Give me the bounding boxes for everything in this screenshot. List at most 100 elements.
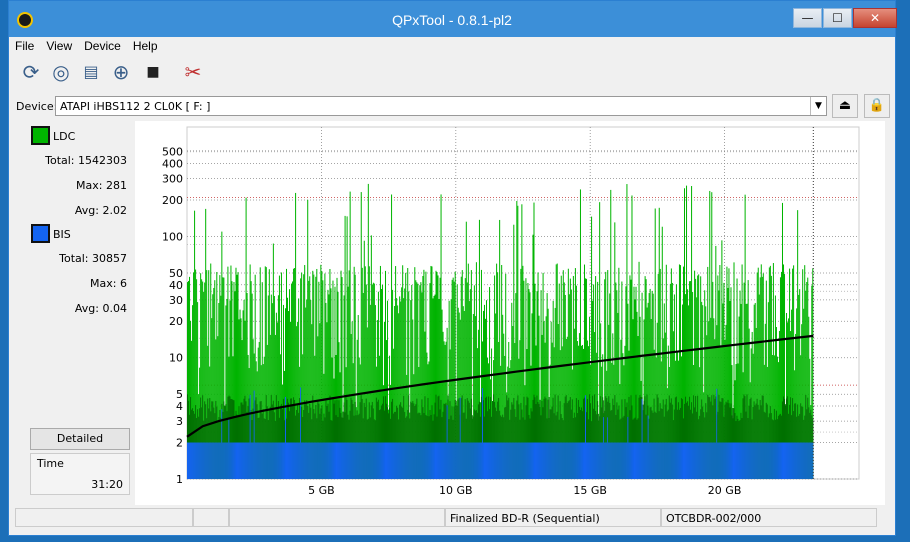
bis-bar: [190, 442, 192, 479]
bis-bar: [619, 442, 621, 479]
bis-bar: [246, 442, 248, 479]
close-button[interactable]: ✕: [853, 8, 897, 28]
bis-bar: [657, 442, 659, 479]
bis-bar: [762, 442, 764, 479]
menu-help[interactable]: Help: [127, 37, 164, 53]
bis-bar: [198, 442, 200, 479]
bis-bar: [617, 442, 619, 479]
bis-bar: [759, 442, 761, 479]
bis-bar: [444, 442, 446, 479]
bis-bar: [555, 442, 557, 479]
x-tick-label: 10 GB: [439, 484, 473, 497]
bis-bar: [679, 442, 681, 479]
bis-bar: [233, 442, 235, 479]
bis-bar: [512, 442, 514, 479]
bis-bar: [690, 442, 692, 479]
minimize-button[interactable]: —: [793, 8, 822, 28]
bis-bar: [398, 442, 400, 479]
bis-bar: [357, 442, 359, 479]
drive-icon[interactable]: ▤: [77, 58, 105, 86]
bis-bar: [595, 442, 597, 479]
bis-bar: [731, 442, 733, 479]
eject-icon[interactable]: ⏏: [832, 94, 858, 118]
device-select[interactable]: ATAPI iHBS112 2 CL0K [ F: ] ▼: [55, 96, 827, 116]
chevron-down-icon[interactable]: ▼: [810, 97, 826, 115]
bis-bar: [274, 442, 276, 479]
bis-bar: [369, 442, 371, 479]
bis-bar: [349, 442, 351, 479]
status-cell-2: [193, 508, 229, 527]
bis-bar: [680, 442, 682, 479]
bis-bar: [486, 442, 488, 479]
bis-bar: [363, 442, 365, 479]
bis-bar: [410, 442, 412, 479]
bis-bar: [546, 442, 548, 479]
bis-bar: [235, 442, 237, 479]
y-left-tick-label: 400: [162, 157, 183, 170]
bis-bar: [742, 442, 744, 479]
bis-bar: [521, 442, 523, 479]
bis-bar: [764, 442, 766, 479]
bis-bar: [473, 442, 475, 479]
bis-bar: [224, 442, 226, 479]
title-bar[interactable]: QPxTool - 0.8.1-pl2 — ☐ ✕: [9, 1, 897, 37]
maximize-button[interactable]: ☐: [823, 8, 852, 28]
bis-bar: [430, 442, 432, 479]
bis-bar: [247, 442, 249, 479]
bis-bar: [203, 442, 205, 479]
bis-bar: [790, 442, 792, 479]
settings-tools-icon[interactable]: ✂: [179, 58, 207, 86]
chart-svg: 1234510203040501002003004005002468101214…: [162, 126, 899, 497]
refresh-icon[interactable]: ⟳: [17, 58, 45, 86]
bis-bar: [712, 442, 714, 479]
bis-bar: [685, 442, 687, 479]
bis-bar: [740, 442, 742, 479]
bis-bar: [787, 442, 789, 479]
bis-bar: [691, 442, 693, 479]
menu-file[interactable]: File: [9, 37, 40, 53]
y-left-tick-label: 10: [169, 352, 183, 365]
bis-bar: [720, 442, 722, 479]
bis-bar: [775, 442, 777, 479]
bis-bar: [397, 442, 399, 479]
bis-bar: [450, 442, 452, 479]
bis-bar: [453, 442, 455, 479]
bis-bar: [218, 442, 220, 479]
bis-bar: [227, 442, 229, 479]
bis-bar: [315, 442, 317, 479]
bis-bar: [722, 442, 724, 479]
bis-bar: [606, 442, 608, 479]
bis-bar: [547, 442, 549, 479]
bis-bar: [575, 442, 577, 479]
scan-disc-icon[interactable]: ⊕: [107, 58, 135, 86]
x-tick-label: 20 GB: [708, 484, 742, 497]
bis-bar: [281, 442, 283, 479]
detailed-button[interactable]: Detailed: [30, 428, 130, 450]
bis-bar: [260, 442, 262, 479]
bis-bar: [402, 442, 404, 479]
bis-bar: [436, 442, 438, 479]
bis-bar: [588, 442, 590, 479]
bis-bar: [566, 442, 568, 479]
bis-bar: [791, 442, 793, 479]
bis-bar: [565, 442, 567, 479]
bis-bar: [257, 442, 259, 479]
bis-bar: [250, 442, 252, 479]
stop-icon[interactable]: ■: [139, 58, 167, 86]
disc-info-icon[interactable]: ◎: [47, 58, 75, 86]
ldc-avg: Avg: 2.02: [74, 204, 127, 217]
bis-bar: [520, 442, 522, 479]
bis-bar: [710, 442, 712, 479]
bis-bar: [585, 395, 587, 479]
bis-bar: [229, 442, 231, 479]
bis-label: BIS: [53, 228, 71, 241]
bis-bar: [778, 442, 780, 479]
bis-bar: [549, 442, 551, 479]
lock-icon[interactable]: 🔒: [864, 94, 890, 118]
bis-bar: [452, 442, 454, 479]
menu-view[interactable]: View: [40, 37, 78, 53]
menu-device[interactable]: Device: [78, 37, 127, 53]
bis-bar: [259, 442, 261, 479]
bis-bar: [678, 442, 680, 479]
bis-bar: [359, 442, 361, 479]
